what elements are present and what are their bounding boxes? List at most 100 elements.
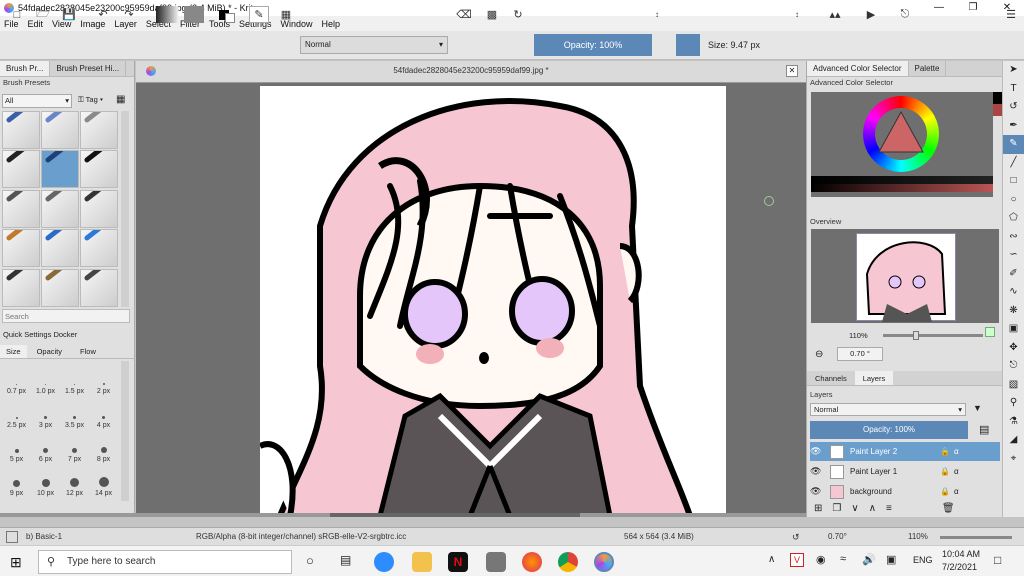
opacity-stepper-icon[interactable]: ↕ — [652, 6, 662, 23]
brush-preset-tile[interactable] — [41, 111, 79, 149]
view-mode-icon[interactable]: ▦ — [116, 94, 125, 105]
new-document-icon[interactable]: □ — [8, 6, 26, 23]
layer-opacity-slider[interactable]: Opacity: 100% — [810, 421, 968, 439]
select-shapes-tool-icon[interactable]: ➤ — [1003, 61, 1024, 80]
language-indicator[interactable]: ENG — [913, 555, 933, 565]
tab-brush-presets[interactable]: Brush Pr... — [0, 61, 51, 76]
size-preset[interactable]: 4 px — [90, 415, 118, 429]
chrome-icon[interactable] — [558, 552, 578, 572]
notifications-icon[interactable]: □ — [994, 553, 1001, 567]
pattern-swatch[interactable] — [184, 6, 204, 23]
tab-flow[interactable]: Flow — [72, 345, 104, 358]
rotation-input[interactable]: 0.70 ° — [837, 347, 883, 361]
size-preset[interactable]: 2 px — [90, 383, 118, 395]
tab-palette[interactable]: Palette — [909, 61, 947, 76]
layer-row-paint-layer-2[interactable]: 👁 Paint Layer 2 🔒 α — [810, 442, 1000, 461]
size-preset[interactable]: 7 px — [61, 448, 89, 463]
preset-filter-select[interactable]: All ▾ — [2, 94, 72, 108]
mirror-horizontal-icon[interactable]: ▴▴ — [826, 6, 844, 23]
size-preset[interactable]: 8 px — [90, 447, 118, 463]
blend-mode-select[interactable]: Normal ▾ — [300, 36, 448, 54]
tab-size[interactable]: Size — [0, 345, 27, 358]
tray-app-icon[interactable]: ◉ — [816, 553, 826, 566]
duplicate-layer-icon[interactable]: ❐ — [832, 503, 841, 517]
size-slider[interactable]: Size: 9.47 px — [702, 34, 792, 56]
layer-blend-select[interactable]: Normal ▾ — [810, 403, 966, 416]
layer-options-icon[interactable]: ≡ — [886, 503, 892, 517]
tab-channels[interactable]: Channels — [807, 371, 855, 385]
crop-icon[interactable]: ⎋ — [896, 6, 914, 23]
color-selector-widget[interactable] — [811, 92, 1003, 197]
rotate-icon[interactable]: ⊖ — [815, 349, 823, 360]
preset-search-input[interactable] — [2, 309, 130, 323]
opacity-slider[interactable]: Opacity: 100% — [534, 34, 652, 56]
freehand-path-tool-icon[interactable]: ✐ — [1003, 265, 1024, 284]
tab-layers[interactable]: Layers — [854, 371, 894, 385]
minimize-button[interactable]: — — [922, 0, 956, 16]
move-tool-icon[interactable]: ✥ — [1003, 339, 1024, 358]
netflix-icon[interactable]: N — [448, 552, 468, 572]
brush-preset-tile-selected[interactable] — [41, 150, 79, 189]
saturation-triangle[interactable] — [877, 110, 925, 154]
calligraphy-tool-icon[interactable]: ✒ — [1003, 117, 1024, 136]
alpha-inherit-icon[interactable]: α — [954, 467, 959, 476]
alpha-lock-icon[interactable]: ▩ — [484, 6, 500, 23]
canvas-horizontal-scrollbar[interactable] — [0, 513, 806, 517]
tab-advanced-color-selector[interactable]: Advanced Color Selector — [807, 61, 909, 76]
layer-row-paint-layer-1[interactable]: 👁 Paint Layer 1 🔒 α — [810, 462, 1000, 481]
brush-preset-tile[interactable] — [2, 189, 40, 228]
save-icon[interactable]: 💾 — [60, 6, 78, 23]
brush-settings-icon[interactable]: ▦ — [277, 6, 295, 23]
smart-patch-tool-icon[interactable]: ⚗ — [1003, 413, 1024, 432]
ellipse-tool-icon[interactable]: ○ — [1003, 191, 1024, 210]
overview-zoom-slider[interactable] — [883, 331, 983, 340]
fill-tool-icon[interactable]: ◢ — [1003, 431, 1024, 450]
maximize-button[interactable]: ❐ — [956, 0, 990, 16]
brush-preset-tile[interactable] — [80, 189, 118, 228]
visibility-eye-icon[interactable]: 👁 — [810, 446, 824, 457]
mirror-view-icon[interactable] — [985, 327, 995, 337]
fg-bg-color-icon[interactable] — [215, 6, 239, 23]
brush-preset-tile[interactable] — [2, 268, 40, 307]
vivaldi-tray-icon[interactable]: V — [790, 553, 804, 567]
reload-icon[interactable]: ↻ — [510, 6, 526, 23]
size-swatch[interactable] — [676, 34, 700, 56]
multibrush-tool-icon[interactable]: ❋ — [1003, 302, 1024, 321]
windows-start-icon[interactable]: ⊞ — [10, 554, 22, 571]
polygon-tool-icon[interactable]: ⬠ — [1003, 209, 1024, 228]
menu-help[interactable]: Help — [322, 19, 341, 29]
size-preset[interactable]: 2.5 px — [3, 417, 31, 429]
line-tool-icon[interactable]: ╱ — [1003, 154, 1024, 173]
open-folder-icon[interactable]: 🗁 — [34, 6, 52, 23]
cortana-icon[interactable]: ○ — [306, 553, 314, 568]
show-hidden-icons-icon[interactable]: ∧ — [768, 554, 775, 565]
rotate-view-icon[interactable]: ↺ — [792, 528, 800, 546]
brush-preset-tile[interactable] — [80, 229, 118, 268]
mirror-vertical-icon[interactable]: ▶ — [862, 6, 880, 23]
visibility-eye-icon[interactable]: 👁 — [810, 486, 824, 497]
hamburger-menu-icon[interactable]: ☰ — [1002, 6, 1020, 23]
polyline-tool-icon[interactable]: ∾ — [1003, 228, 1024, 247]
size-preset[interactable]: 3.5 px — [61, 416, 89, 429]
move-layer-up-icon[interactable]: ∧ — [869, 503, 876, 517]
gradient-swatch[interactable] — [156, 6, 178, 23]
brush-preset-tile[interactable] — [2, 229, 40, 268]
tab-brush-preset-history[interactable]: Brush Preset Hi... — [50, 61, 127, 76]
alpha-inherit-icon[interactable]: α — [954, 487, 959, 496]
brush-preset-tile[interactable] — [41, 268, 79, 307]
bezier-tool-icon[interactable]: ∽ — [1003, 246, 1024, 265]
redo-icon[interactable]: ↷ — [120, 6, 138, 23]
brush-preset-tile[interactable] — [80, 111, 118, 149]
add-layer-icon[interactable]: ⊞ — [814, 503, 822, 517]
brush-preset-tile[interactable] — [2, 111, 40, 149]
task-view-icon[interactable]: ▤ — [340, 553, 351, 567]
camera-icon[interactable] — [486, 552, 506, 572]
gradient-tool-icon[interactable]: ▧ — [1003, 376, 1024, 395]
size-preset[interactable]: 1.0 px — [32, 384, 60, 395]
size-preset[interactable]: 9 px — [3, 480, 31, 497]
tag-button[interactable]: ⚿ Tag ▾ — [78, 95, 103, 105]
firefox-icon[interactable] — [522, 552, 542, 572]
rectangle-tool-icon[interactable]: □ — [1003, 172, 1024, 191]
layer-lock-icon[interactable]: 🔒 — [940, 467, 950, 476]
size-preset[interactable]: 14 px — [90, 477, 118, 497]
